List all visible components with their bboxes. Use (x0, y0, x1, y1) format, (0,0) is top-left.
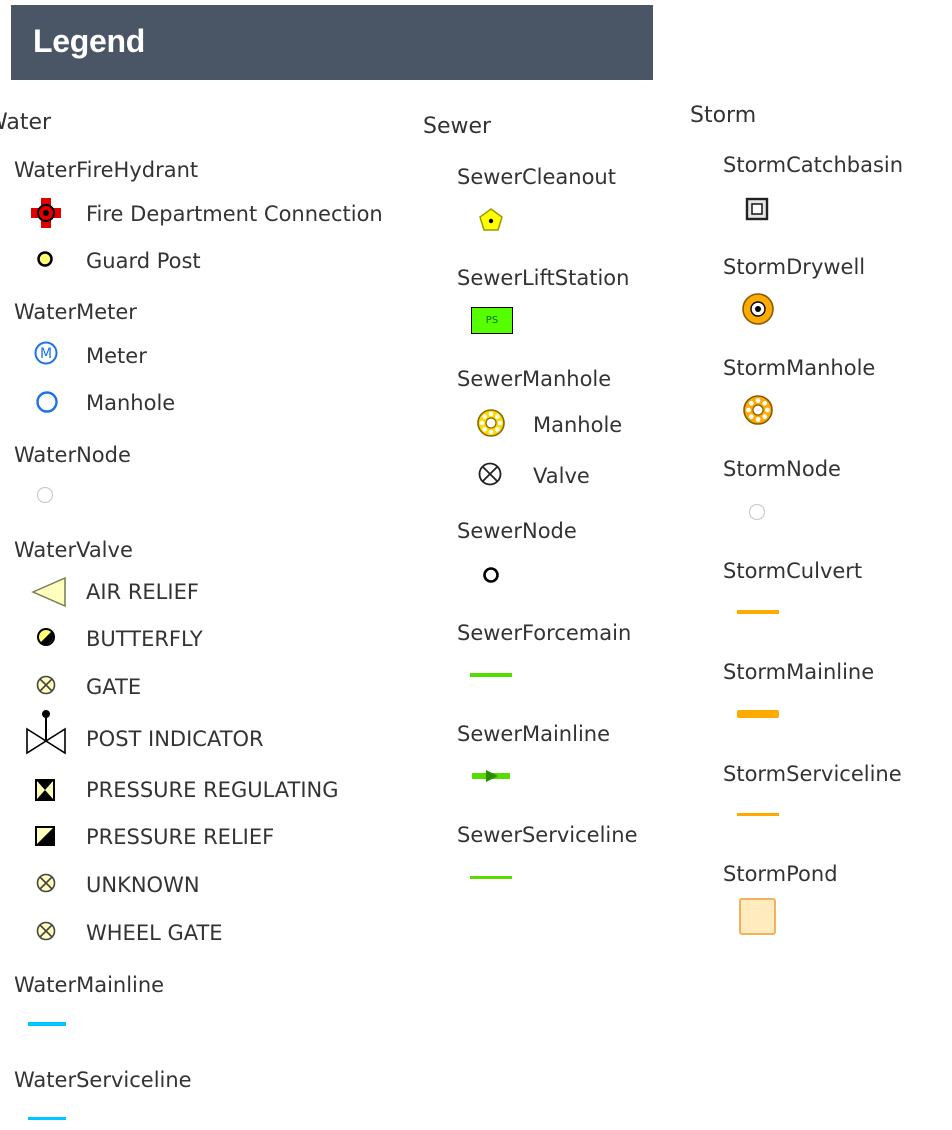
catchbasin-icon (745, 197, 769, 221)
layer-title-storm-drywell: StormDrywell (723, 255, 866, 279)
water-mainline-line-icon (28, 1022, 66, 1026)
storm-node-icon (748, 503, 766, 521)
layer-title-water-meter: WaterMeter (14, 300, 137, 324)
layer-title-sewer-mainline: SewerMainline (457, 722, 611, 746)
lift-station-badge: PS (485, 315, 499, 326)
gate-valve-icon (35, 674, 57, 696)
legend-item-label: Manhole (533, 413, 623, 437)
legend-item-label: GATE (86, 675, 142, 699)
legend-title: Legend (33, 23, 145, 59)
legend-item-label: UNKNOWN (86, 873, 200, 897)
sewer-valve-icon (477, 461, 503, 487)
culvert-line-icon (737, 610, 779, 614)
layer-title-water-mainline: WaterMainline (14, 973, 165, 997)
legend-item-label: Valve (533, 464, 590, 488)
unknown-valve-icon (35, 872, 57, 894)
legend-item-label: POST INDICATOR (86, 727, 264, 751)
group-title-water: Water (0, 110, 52, 135)
storm-serviceline-line-icon (737, 813, 779, 816)
legend-item-label: PRESSURE RELIEF (86, 825, 275, 849)
pond-fill-icon (739, 898, 776, 935)
layer-title-sewer-cleanout: SewerCleanout (457, 165, 616, 189)
legend-item-label: Manhole (86, 391, 176, 415)
fire-department-connection-icon (30, 198, 62, 228)
drywell-icon (740, 291, 776, 327)
layer-title-sewer-node: SewerNode (457, 519, 577, 543)
legend-item-label: WHEEL GATE (86, 921, 223, 945)
storm-manhole-icon (741, 393, 775, 427)
guard-post-icon (36, 250, 54, 268)
legend-item-label: PRESSURE REGULATING (86, 778, 339, 802)
layer-title-water-valve: WaterValve (14, 538, 133, 562)
legend-item-label: Fire Department Connection (86, 202, 383, 226)
layer-title-storm-catchbasin: StormCatchbasin (723, 153, 904, 177)
water-serviceline-line-icon (28, 1117, 66, 1120)
sewer-mainline-arrow-icon (472, 768, 510, 784)
sewer-manhole-icon (475, 407, 507, 439)
sewer-node-icon (482, 566, 500, 584)
lift-station-icon: PS (471, 307, 513, 334)
legend-item-label: AIR RELIEF (86, 580, 199, 604)
pressure-relief-icon (35, 826, 55, 846)
forcemain-line-icon (470, 673, 512, 677)
butterfly-valve-icon (36, 627, 56, 647)
layer-title-storm-culvert: StormCulvert (723, 559, 863, 583)
svg-text:M: M (40, 346, 52, 362)
layer-title-storm-node: StormNode (723, 457, 841, 481)
legend-item-label: BUTTERFLY (86, 627, 203, 651)
layer-title-water-serviceline: WaterServiceline (14, 1068, 192, 1092)
pressure-regulating-icon (35, 779, 55, 801)
layer-title-water-fire-hydrant: WaterFireHydrant (14, 158, 199, 182)
layer-title-storm-manhole: StormManhole (723, 356, 876, 380)
layer-title-storm-pond: StormPond (723, 862, 838, 886)
sewer-serviceline-line-icon (470, 876, 512, 879)
layer-title-storm-mainline: StormMainline (723, 660, 875, 684)
air-relief-icon (31, 576, 67, 608)
wheel-gate-icon (35, 920, 57, 942)
post-indicator-icon (24, 709, 68, 759)
group-title-sewer: Sewer (423, 114, 492, 139)
cleanout-pentagon-icon (478, 207, 504, 233)
meter-icon: M (34, 341, 58, 365)
layer-title-sewer-lift-station: SewerLiftStation (457, 266, 630, 290)
legend-item-label: Meter (86, 344, 147, 368)
legend-item-label: Guard Post (86, 249, 201, 273)
layer-title-water-node: WaterNode (14, 443, 131, 467)
layer-title-storm-serviceline: StormServiceline (723, 762, 902, 786)
legend-header: Legend (11, 5, 653, 80)
group-title-storm: Storm (690, 103, 757, 128)
manhole-icon (36, 391, 58, 413)
layer-title-sewer-serviceline: SewerServiceline (457, 823, 638, 847)
layer-title-sewer-manhole: SewerManhole (457, 367, 612, 391)
node-circle-icon (36, 486, 54, 504)
layer-title-sewer-forcemain: SewerForcemain (457, 621, 632, 645)
storm-mainline-line-icon (737, 710, 779, 718)
